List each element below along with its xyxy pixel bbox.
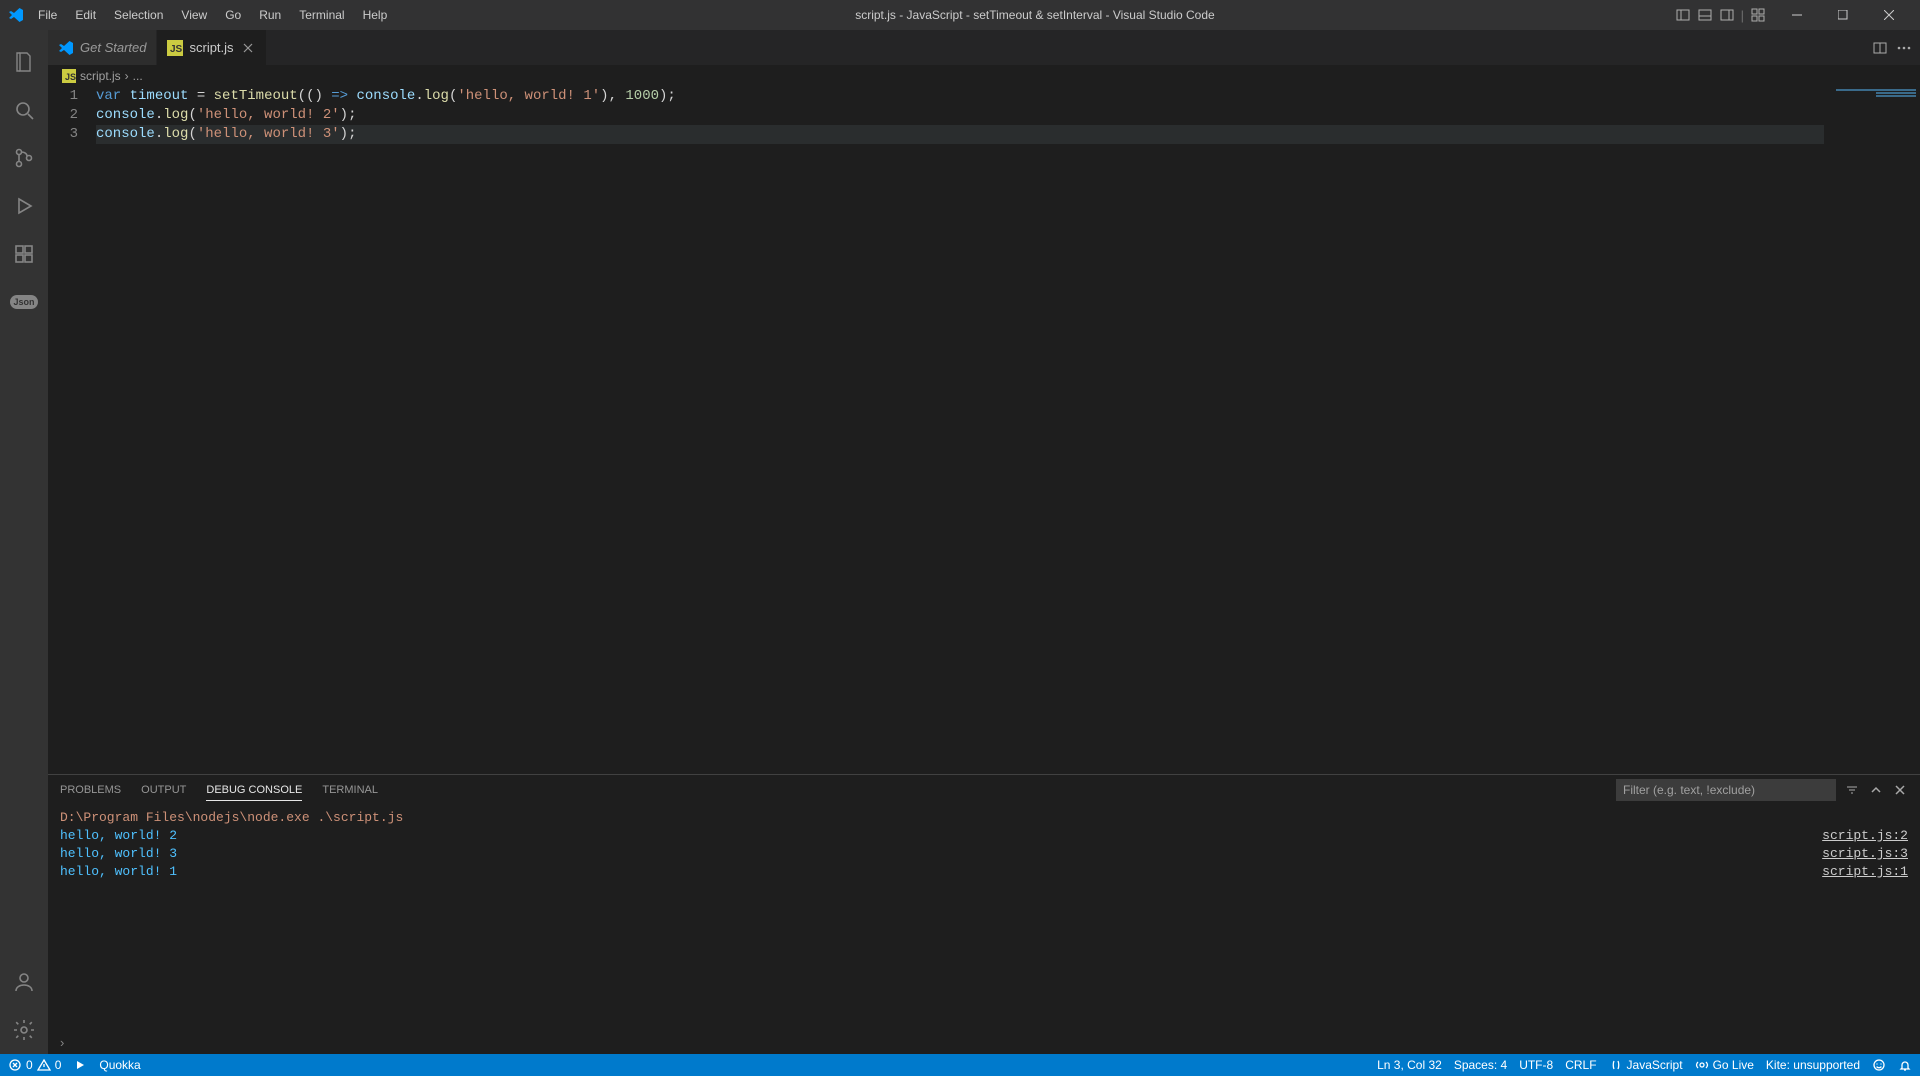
status-encoding[interactable]: UTF-8 [1519, 1058, 1553, 1072]
editor-tabs: Get StartedJSscript.js [48, 30, 1920, 65]
status-go-live[interactable]: Go Live [1695, 1058, 1754, 1072]
svg-text:JS: JS [170, 44, 183, 55]
chevron-right-icon: › [60, 1035, 64, 1050]
extensions-icon[interactable] [0, 230, 48, 278]
console-line: hello, world! 1script.js:1 [60, 863, 1908, 881]
accounts-icon[interactable] [0, 958, 48, 1006]
status-feedback-icon[interactable] [1872, 1058, 1886, 1072]
svg-text:JS: JS [65, 72, 76, 82]
collapse-up-icon[interactable] [1868, 782, 1884, 798]
console-line: hello, world! 3script.js:3 [60, 845, 1908, 863]
menu-view[interactable]: View [173, 4, 215, 26]
close-button[interactable] [1866, 0, 1912, 30]
toggle-primary-sidebar-icon[interactable] [1675, 7, 1691, 23]
console-source-link[interactable]: script.js:1 [1822, 863, 1908, 881]
debug-console-output[interactable]: D:\Program Files\nodejs\node.exe .\scrip… [48, 805, 1920, 1030]
source-control-icon[interactable] [0, 134, 48, 182]
status-errors[interactable]: 0 0 [8, 1058, 61, 1072]
code-line[interactable]: console.log('hello, world! 3'); [96, 125, 1824, 144]
breadcrumb-file: script.js [80, 69, 121, 83]
filter-input[interactable] [1616, 779, 1836, 801]
status-quokka[interactable]: Quokka [99, 1058, 140, 1072]
app-menu: FileEditSelectionViewGoRunTerminalHelp [30, 4, 395, 26]
minimap[interactable] [1824, 87, 1920, 774]
status-notifications-icon[interactable] [1898, 1058, 1912, 1072]
menu-run[interactable]: Run [251, 4, 289, 26]
code-editor[interactable]: 123 var timeout = setTimeout(() => conso… [48, 87, 1920, 774]
minimize-button[interactable] [1774, 0, 1820, 30]
more-actions-icon[interactable] [1896, 40, 1912, 56]
line-numbers: 123 [48, 87, 96, 774]
menu-edit[interactable]: Edit [67, 4, 104, 26]
status-language[interactable]: JavaScript [1609, 1058, 1683, 1072]
vscode-icon [58, 40, 74, 56]
activity-bar: Json [0, 30, 48, 1054]
panel-tab-debug-console[interactable]: DEBUG CONSOLE [206, 780, 302, 801]
menu-selection[interactable]: Selection [106, 4, 171, 26]
console-line: D:\Program Files\nodejs\node.exe .\scrip… [60, 809, 1908, 827]
breadcrumb-separator: › [125, 69, 129, 83]
panel-tab-output[interactable]: OUTPUT [141, 780, 186, 800]
menu-go[interactable]: Go [217, 4, 249, 26]
status-bar: 0 0 Quokka Ln 3, Col 32 Spaces: 4 UTF-8 … [0, 1054, 1920, 1076]
console-line: hello, world! 2script.js:2 [60, 827, 1908, 845]
search-icon[interactable] [0, 86, 48, 134]
status-cursor-position[interactable]: Ln 3, Col 32 [1377, 1058, 1442, 1072]
panel-tabs: PROBLEMS OUTPUT DEBUG CONSOLE TERMINAL [48, 775, 1920, 805]
code-line[interactable]: console.log('hello, world! 2'); [96, 106, 1824, 125]
toggle-secondary-sidebar-icon[interactable] [1719, 7, 1735, 23]
window-title: script.js - JavaScript - setTimeout & se… [395, 8, 1674, 22]
panel-tab-problems[interactable]: PROBLEMS [60, 780, 121, 800]
titlebar: FileEditSelectionViewGoRunTerminalHelp s… [0, 0, 1920, 30]
debug-console-input[interactable]: › [48, 1030, 1920, 1054]
tab-script.js[interactable]: JSscript.js [157, 30, 266, 65]
js-icon: JS [167, 40, 183, 56]
status-kite[interactable]: Kite: unsupported [1766, 1058, 1860, 1072]
breadcrumb[interactable]: JS script.js › ... [48, 65, 1920, 87]
js-file-icon: JS [62, 69, 76, 83]
split-editor-icon[interactable] [1872, 40, 1888, 56]
close-panel-icon[interactable] [1892, 782, 1908, 798]
status-indentation[interactable]: Spaces: 4 [1454, 1058, 1507, 1072]
code-line[interactable]: var timeout = setTimeout(() => console.l… [96, 87, 1824, 106]
settings-gear-icon[interactable] [0, 1006, 48, 1054]
status-eol[interactable]: CRLF [1565, 1058, 1596, 1072]
menu-help[interactable]: Help [355, 4, 396, 26]
explorer-icon[interactable] [0, 38, 48, 86]
customize-layout-icon[interactable] [1750, 7, 1766, 23]
console-source-link[interactable]: script.js:3 [1822, 845, 1908, 863]
title-actions: | [1675, 7, 1766, 23]
console-source-link[interactable]: script.js:2 [1822, 827, 1908, 845]
toggle-panel-icon[interactable] [1697, 7, 1713, 23]
bottom-panel: PROBLEMS OUTPUT DEBUG CONSOLE TERMINAL D:\P… [48, 774, 1920, 1054]
breadcrumb-rest: ... [133, 69, 143, 83]
vscode-logo-icon [8, 7, 24, 23]
menu-terminal[interactable]: Terminal [291, 4, 352, 26]
menu-file[interactable]: File [30, 4, 65, 26]
status-debug-start[interactable] [73, 1058, 87, 1072]
tab-get-started[interactable]: Get Started [48, 30, 157, 65]
json-extension-icon[interactable]: Json [0, 278, 48, 326]
maximize-button[interactable] [1820, 0, 1866, 30]
run-debug-icon[interactable] [0, 182, 48, 230]
close-tab-icon[interactable] [240, 40, 256, 56]
filter-settings-icon[interactable] [1844, 782, 1860, 798]
editor-area: Get StartedJSscript.js JS script.js › ..… [48, 30, 1920, 1054]
window-controls [1774, 0, 1912, 30]
panel-tab-terminal[interactable]: TERMINAL [322, 780, 378, 800]
